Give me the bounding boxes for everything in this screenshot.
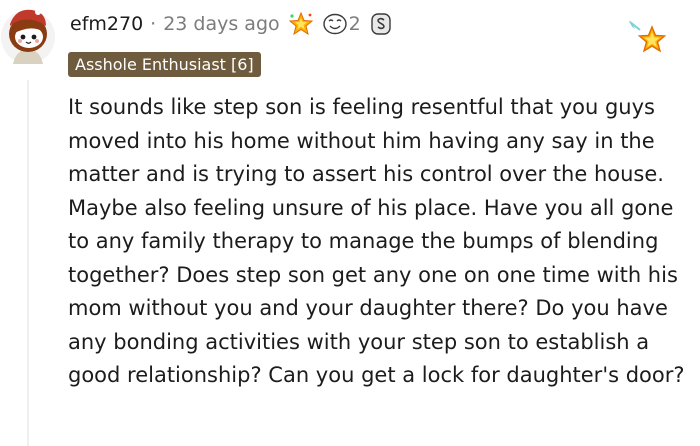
comment-header: efm270 · 23 days ago 2	[70, 10, 393, 38]
comment-body: It sounds like step son is feeling resen…	[68, 95, 685, 387]
award-count: 2	[348, 13, 361, 35]
user-flair: Asshole Enthusiast [6]	[68, 52, 261, 77]
timestamp-link[interactable]: 23 days ago	[163, 13, 279, 35]
award-silver[interactable]	[369, 11, 393, 37]
username-link[interactable]: efm270	[70, 13, 143, 35]
award-face[interactable]	[322, 12, 348, 36]
silver-award-icon	[371, 13, 391, 35]
give-award-button[interactable]	[626, 17, 670, 61]
thread-line[interactable]	[27, 80, 29, 446]
separator-dot: ·	[150, 13, 157, 35]
star-award-icon	[629, 20, 667, 53]
award-starstruck[interactable]	[288, 11, 314, 37]
avatar[interactable]	[0, 4, 56, 66]
face-award-icon	[322, 13, 347, 35]
snoo-avatar-icon	[1, 9, 55, 64]
starstruck-award-icon	[288, 11, 313, 36]
